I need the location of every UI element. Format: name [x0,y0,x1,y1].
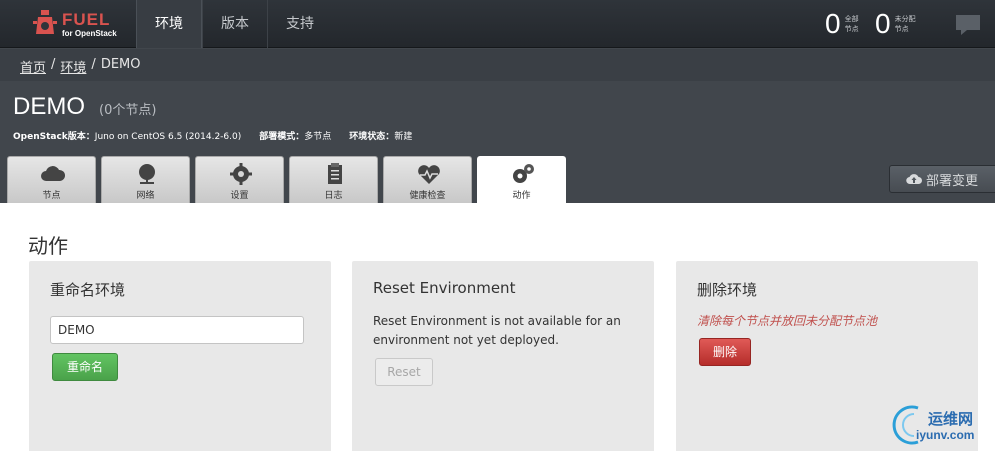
delete-warning-text: 清除每个节点并放回未分配节点池 [697,314,878,328]
openstack-release-label: OpenStack版本： [13,132,95,142]
total-nodes-label: 全部 节点 [845,14,869,34]
actions-content: 动作 重命名环境 重命名 Reset Environment Reset Env… [0,203,995,451]
tab-logs[interactable]: 日志 [289,156,378,203]
section-title: 动作 [28,234,68,258]
environment-name-input[interactable] [50,316,304,344]
delete-button[interactable]: 删除 [699,338,751,366]
unallocated-nodes-count: 0 [875,8,891,39]
deploy-changes-label: 部署变更 [926,173,979,189]
heart-pulse-icon [418,165,440,184]
brand-subtitle: for OpenStack [62,29,117,38]
tab-label: 网络 [136,191,155,201]
reset-button[interactable]: Reset [375,358,433,386]
breadcrumb-current: DEMO [100,57,141,72]
rename-panel-title: 重命名环境 [50,281,126,299]
tab-label: 日志 [324,191,343,201]
delete-panel-title: 删除环境 [697,281,758,299]
nav-item-support[interactable]: 支持 [267,0,332,48]
fuel-logo[interactable]: FUEL for OpenStack [30,8,130,42]
top-navbar: FUEL for OpenStack 环境 版本 支持 0 全部节点 0 未分配… [0,0,995,48]
unallocated-nodes-label-line2: 节点 [894,25,909,33]
reset-panel-title: Reset Environment [373,279,516,297]
watermark-url: iyunv.com [916,428,975,442]
deploy-changes-button[interactable]: 部署变更 [889,165,995,193]
breadcrumb: 首页 / 环境 / DEMO [20,57,141,76]
unallocated-nodes-label-line1: 未分配 [894,15,916,23]
openstack-release-value: Juno on CentOS 6.5 (2014.2-6.0) [94,132,242,142]
total-nodes-counter[interactable]: 0 全部节点 [825,8,869,40]
tab-label: 设置 [230,191,249,201]
reset-unavailable-message: Reset Environment is not available for a… [373,314,621,347]
deployment-mode-info: 部署模式：多节点 [259,129,331,142]
cloud-icon [41,166,66,181]
cogs-icon [513,164,534,183]
environment-header: DEMO (0个节点) [13,93,156,121]
tab-health-check[interactable]: 健康检查 [383,156,472,203]
main-nav: 环境 版本 支持 [136,0,332,48]
deployment-mode-value: 多节点 [304,132,332,142]
total-nodes-label-line1: 全部 [844,15,859,23]
openstack-release-info: OpenStack版本：Juno on CentOS 6.5 (2014.2-6… [13,129,241,142]
breadcrumb-home-link[interactable]: 首页 [20,57,46,76]
breadcrumb-separator: / [91,57,96,72]
reset-environment-panel: Reset Environment Reset Environment is n… [352,261,654,451]
site-watermark: 运维网 iyunv.com [888,402,988,447]
tab-actions[interactable]: 动作 [477,156,566,204]
gear-icon [230,163,252,185]
tab-nodes[interactable]: 节点 [7,156,96,203]
network-icon [139,164,155,184]
total-nodes-count: 0 [825,8,841,39]
cloud-upload-icon [906,174,922,185]
total-nodes-label-line2: 节点 [844,25,859,33]
breadcrumb-environments-link[interactable]: 环境 [60,57,86,76]
environment-meta: OpenStack版本：Juno on CentOS 6.5 (2014.2-6… [13,129,412,142]
watermark-title: 运维网 [928,410,974,428]
environment-status-value: 新建 [394,132,413,142]
breadcrumb-separator: / [51,57,56,72]
brand-name: FUEL [62,10,111,29]
fuel-logo-icon [33,10,57,34]
tab-network[interactable]: 网络 [101,156,190,203]
notifications-chat-icon[interactable] [955,14,981,36]
nav-item-environments[interactable]: 环境 [136,0,202,48]
unallocated-nodes-counter[interactable]: 0 未分配节点 [875,8,919,40]
clipboard-icon [328,163,342,184]
deployment-mode-label: 部署模式： [259,132,305,142]
tab-label: 节点 [42,191,61,201]
environment-status-info: 环境状态：新建 [349,129,412,142]
rename-environment-panel: 重命名环境 重命名 [29,261,331,451]
unallocated-nodes-label: 未分配 节点 [895,14,919,34]
node-count: (0个节点) [99,103,157,118]
breadcrumb-bar: 首页 / 环境 / DEMO [0,49,995,81]
tab-settings[interactable]: 设置 [195,156,284,203]
rename-button[interactable]: 重命名 [52,353,118,381]
environment-tabs: 节点 网络 设置 日志 健康检查 动作 [7,156,566,204]
page-title: DEMO [13,93,85,120]
nav-item-releases[interactable]: 版本 [202,0,267,48]
environment-status-label: 环境状态： [349,132,395,142]
tab-label: 动作 [512,191,531,201]
tab-label: 健康检查 [409,191,446,201]
